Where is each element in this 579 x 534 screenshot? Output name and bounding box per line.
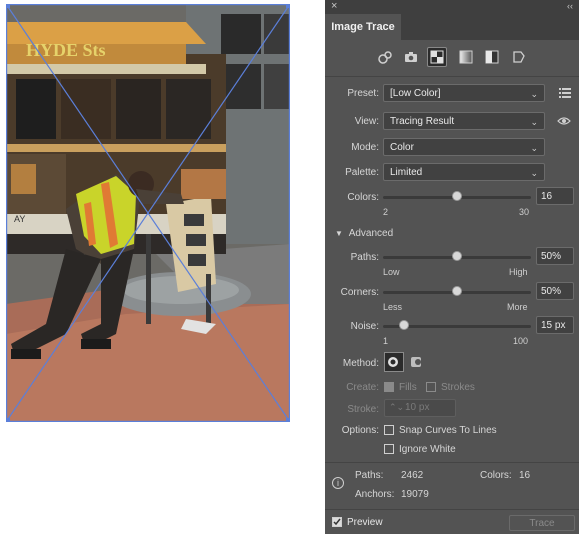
corners-label: Corners:	[340, 287, 379, 298]
eye-icon[interactable]	[557, 115, 571, 130]
strokes-checkbox[interactable]	[426, 382, 436, 392]
trace-button[interactable]: Trace	[509, 515, 575, 531]
stroke-width-value: 10 px	[405, 402, 430, 413]
tracing-result-image: AY HYDE Sts	[6, 4, 290, 422]
noise-slider-track[interactable]	[383, 320, 531, 330]
chevron-down-icon: ⌄	[530, 117, 538, 127]
mode-value: Color	[390, 142, 414, 153]
method-label: Method:	[342, 358, 379, 369]
noise-slider-thumb[interactable]	[398, 320, 409, 330]
chevron-down-icon: ⌄	[530, 168, 538, 178]
options-label: Options:	[341, 425, 379, 436]
noise-label: Noise:	[350, 321, 379, 332]
abutting-method-icon	[388, 357, 398, 367]
noise-min-label: 1	[383, 336, 389, 346]
close-icon[interactable]: ×	[331, 0, 337, 13]
advanced-label: Advanced	[348, 228, 394, 239]
panel-footer: Preview Trace	[325, 509, 579, 534]
corners-slider-track[interactable]	[383, 286, 531, 296]
svg-text:AY: AY	[14, 214, 25, 224]
noise-max-label: 100	[513, 336, 529, 346]
paths-label: Paths:	[350, 252, 379, 263]
black-and-white-icon[interactable]	[482, 47, 502, 67]
colors-input[interactable]: 16	[536, 187, 574, 205]
preset-dropdown[interactable]: [Low Color] ⌄	[383, 84, 545, 102]
preset-value: [Low Color]	[390, 88, 441, 99]
paths-slider-track[interactable]	[383, 251, 531, 261]
collapse-icon[interactable]: ‹‹	[567, 0, 573, 13]
tab-image-trace[interactable]: Image Trace	[325, 14, 401, 40]
preset-list-icon[interactable]	[559, 87, 571, 102]
ignore-white-label: Ignore White	[399, 444, 456, 455]
preview-checkbox[interactable]	[332, 517, 342, 527]
noise-input[interactable]: 15 px	[536, 316, 574, 334]
corners-input[interactable]: 50%	[536, 282, 574, 300]
advanced-toggle[interactable]: ▼ Advanced	[335, 228, 393, 239]
ignore-white-checkbox[interactable]	[384, 444, 394, 454]
auto-color-icon[interactable]	[375, 47, 395, 67]
info-colors-label: Colors:	[480, 470, 512, 481]
corners-max-label: More	[507, 302, 528, 312]
view-label: View:	[354, 116, 379, 127]
info-anchors-value: 19079	[401, 489, 429, 500]
stroke-width-input[interactable]: ⌃⌄ 10 px	[384, 399, 456, 417]
panel-title-bar: × ‹‹	[325, 0, 579, 14]
colors-slider-track[interactable]	[383, 191, 531, 201]
palette-dropdown[interactable]: Limited ⌄	[383, 163, 545, 181]
create-label: Create:	[346, 382, 379, 393]
stepper-arrows-icon[interactable]: ⌃⌄	[389, 402, 404, 413]
paths-min-label: Low	[383, 267, 400, 277]
overlapping-method-button[interactable]	[408, 353, 426, 371]
info-colors-value: 16	[519, 470, 531, 481]
preview-label: Preview	[347, 517, 383, 528]
triangle-down-icon: ▼	[335, 229, 343, 238]
view-dropdown[interactable]: Tracing Result ⌄	[383, 112, 545, 130]
colors-min-label: 2	[383, 207, 389, 217]
colors-slider-thumb[interactable]	[452, 191, 462, 201]
palette-label: Palette:	[345, 167, 379, 178]
image-trace-panel: × ‹‹ Image Trace Preset: [Low Color] ⌄ V…	[325, 0, 579, 534]
snap-curves-checkbox[interactable]	[384, 425, 394, 435]
grayscale-icon[interactable]	[456, 47, 476, 67]
overlapping-method-icon	[411, 357, 421, 367]
panel-tab-row: Image Trace	[325, 14, 579, 40]
paths-input[interactable]: 50%	[536, 247, 574, 265]
traced-image-artboard[interactable]: AY HYDE Sts	[6, 4, 290, 422]
corners-min-label: Less	[383, 302, 403, 312]
palette-value: Limited	[390, 167, 423, 178]
abutting-method-button[interactable]	[384, 352, 404, 372]
chevron-down-icon: ⌄	[530, 143, 538, 153]
high-color-camera-icon[interactable]	[401, 47, 421, 67]
view-value: Tracing Result	[390, 116, 455, 127]
chevron-down-icon: ⌄	[530, 89, 538, 99]
colors-label: Colors:	[347, 192, 379, 203]
colors-max-label: 30	[519, 207, 530, 217]
mode-dropdown[interactable]: Color ⌄	[383, 138, 545, 156]
info-paths-label: Paths:	[355, 470, 384, 481]
low-color-icon[interactable]	[427, 47, 447, 67]
paths-max-label: High	[509, 267, 528, 277]
fills-label: Fills	[399, 382, 417, 393]
preset-label: Preset:	[347, 88, 379, 99]
strokes-label: Strokes	[441, 382, 475, 393]
mode-label: Mode:	[351, 142, 379, 153]
outline-icon[interactable]	[509, 47, 529, 67]
paths-slider-thumb[interactable]	[452, 251, 462, 261]
info-paths-value: 2462	[401, 470, 424, 481]
info-icon: i	[332, 477, 344, 489]
fills-checkbox[interactable]	[384, 382, 394, 392]
corners-slider-thumb[interactable]	[452, 286, 462, 296]
snap-curves-label: Snap Curves To Lines	[399, 425, 497, 436]
info-anchors-label: Anchors:	[355, 489, 395, 500]
stroke-label: Stroke:	[347, 404, 379, 415]
